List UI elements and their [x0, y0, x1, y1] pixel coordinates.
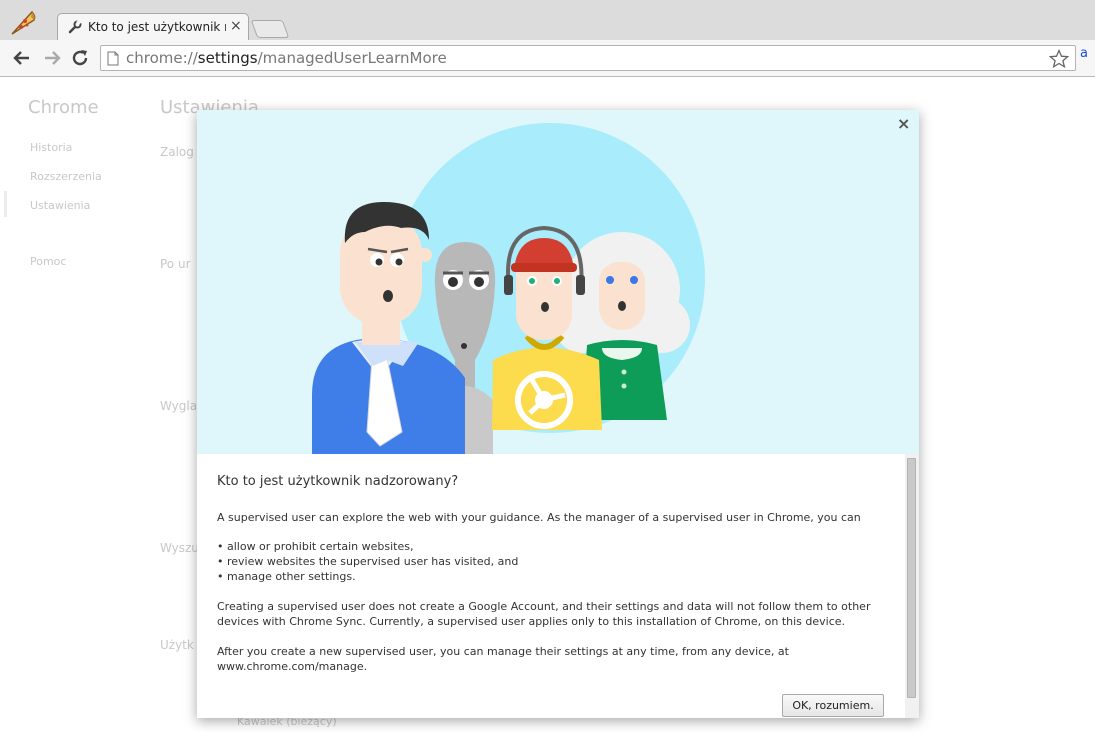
supervised-users-illustration: ×	[197, 110, 919, 454]
new-tab-button[interactable]	[250, 20, 290, 38]
list-item: • allow or prohibit certain websites,	[217, 540, 414, 553]
section-search: Wyszu	[160, 541, 199, 555]
list-item: • review websites the supervised user ha…	[217, 555, 519, 568]
intro-paragraph: A supervised user can explore the web wi…	[217, 511, 861, 524]
url-path: /managedUserLearnMore	[257, 49, 447, 67]
section-appearance: Wygla	[160, 399, 198, 413]
family-illustration	[312, 123, 705, 454]
list-item: • manage other settings.	[217, 570, 356, 583]
section-users: Użytk	[160, 638, 194, 652]
tab-strip: Kto to jest użytkownik nadzorowany? ×	[0, 0, 1095, 41]
url-host: settings	[197, 49, 258, 67]
ok-button[interactable]: OK, rozumiem.	[782, 694, 884, 717]
forward-arrow-icon[interactable]	[42, 48, 62, 68]
nav-item-extensions: Rozszerzenia	[30, 170, 102, 183]
nav-selection-marker	[4, 191, 7, 217]
supervised-user-dialog: × Kto to jest użytkownik nadzorowany? A …	[197, 110, 919, 718]
url-scheme: chrome://	[126, 49, 198, 67]
nav-item-history: Historia	[30, 141, 73, 154]
settings-brand: Chrome	[28, 97, 99, 118]
tab-title: Kto to jest użytkownik nadzorowany?	[88, 20, 226, 34]
reload-icon[interactable]	[70, 48, 90, 68]
tab-close-icon[interactable]: ×	[230, 18, 242, 34]
nav-item-help: Pomoc	[30, 255, 67, 268]
address-bar[interactable]: chrome://settings/managedUserLearnMore	[100, 45, 1076, 71]
tab-active[interactable]: Kto to jest użytkownik nadzorowany? ×	[57, 13, 249, 41]
capabilities-list: • allow or prohibit certain websites, • …	[217, 539, 887, 584]
dialog-title: Kto to jest użytkownik nadzorowany?	[217, 474, 459, 489]
page-icon	[107, 51, 119, 66]
section-signin: Zalog	[160, 145, 194, 159]
sync-paragraph: Creating a supervised user does not crea…	[217, 600, 871, 628]
dialog-scrollbar[interactable]	[905, 454, 919, 718]
toolbar: chrome://settings/managedUserLearnMore a	[0, 40, 1095, 77]
bookmark-star-icon[interactable]	[1049, 49, 1069, 69]
back-arrow-icon[interactable]	[12, 48, 32, 68]
extension-icon[interactable]: a	[1080, 46, 1088, 61]
manage-paragraph: After you create a new supervised user, …	[217, 645, 789, 673]
pizza-icon[interactable]	[8, 8, 38, 38]
dialog-body: Kto to jest użytkownik nadzorowany? A su…	[197, 454, 905, 718]
wrench-icon	[68, 20, 82, 34]
nav-item-settings: Ustawienia	[30, 199, 91, 212]
scrollbar-thumb[interactable]	[907, 458, 916, 698]
section-startup: Po ur	[160, 257, 191, 271]
url-text: chrome://settings/managedUserLearnMore	[126, 49, 447, 67]
dialog-close-icon[interactable]: ×	[897, 114, 910, 133]
